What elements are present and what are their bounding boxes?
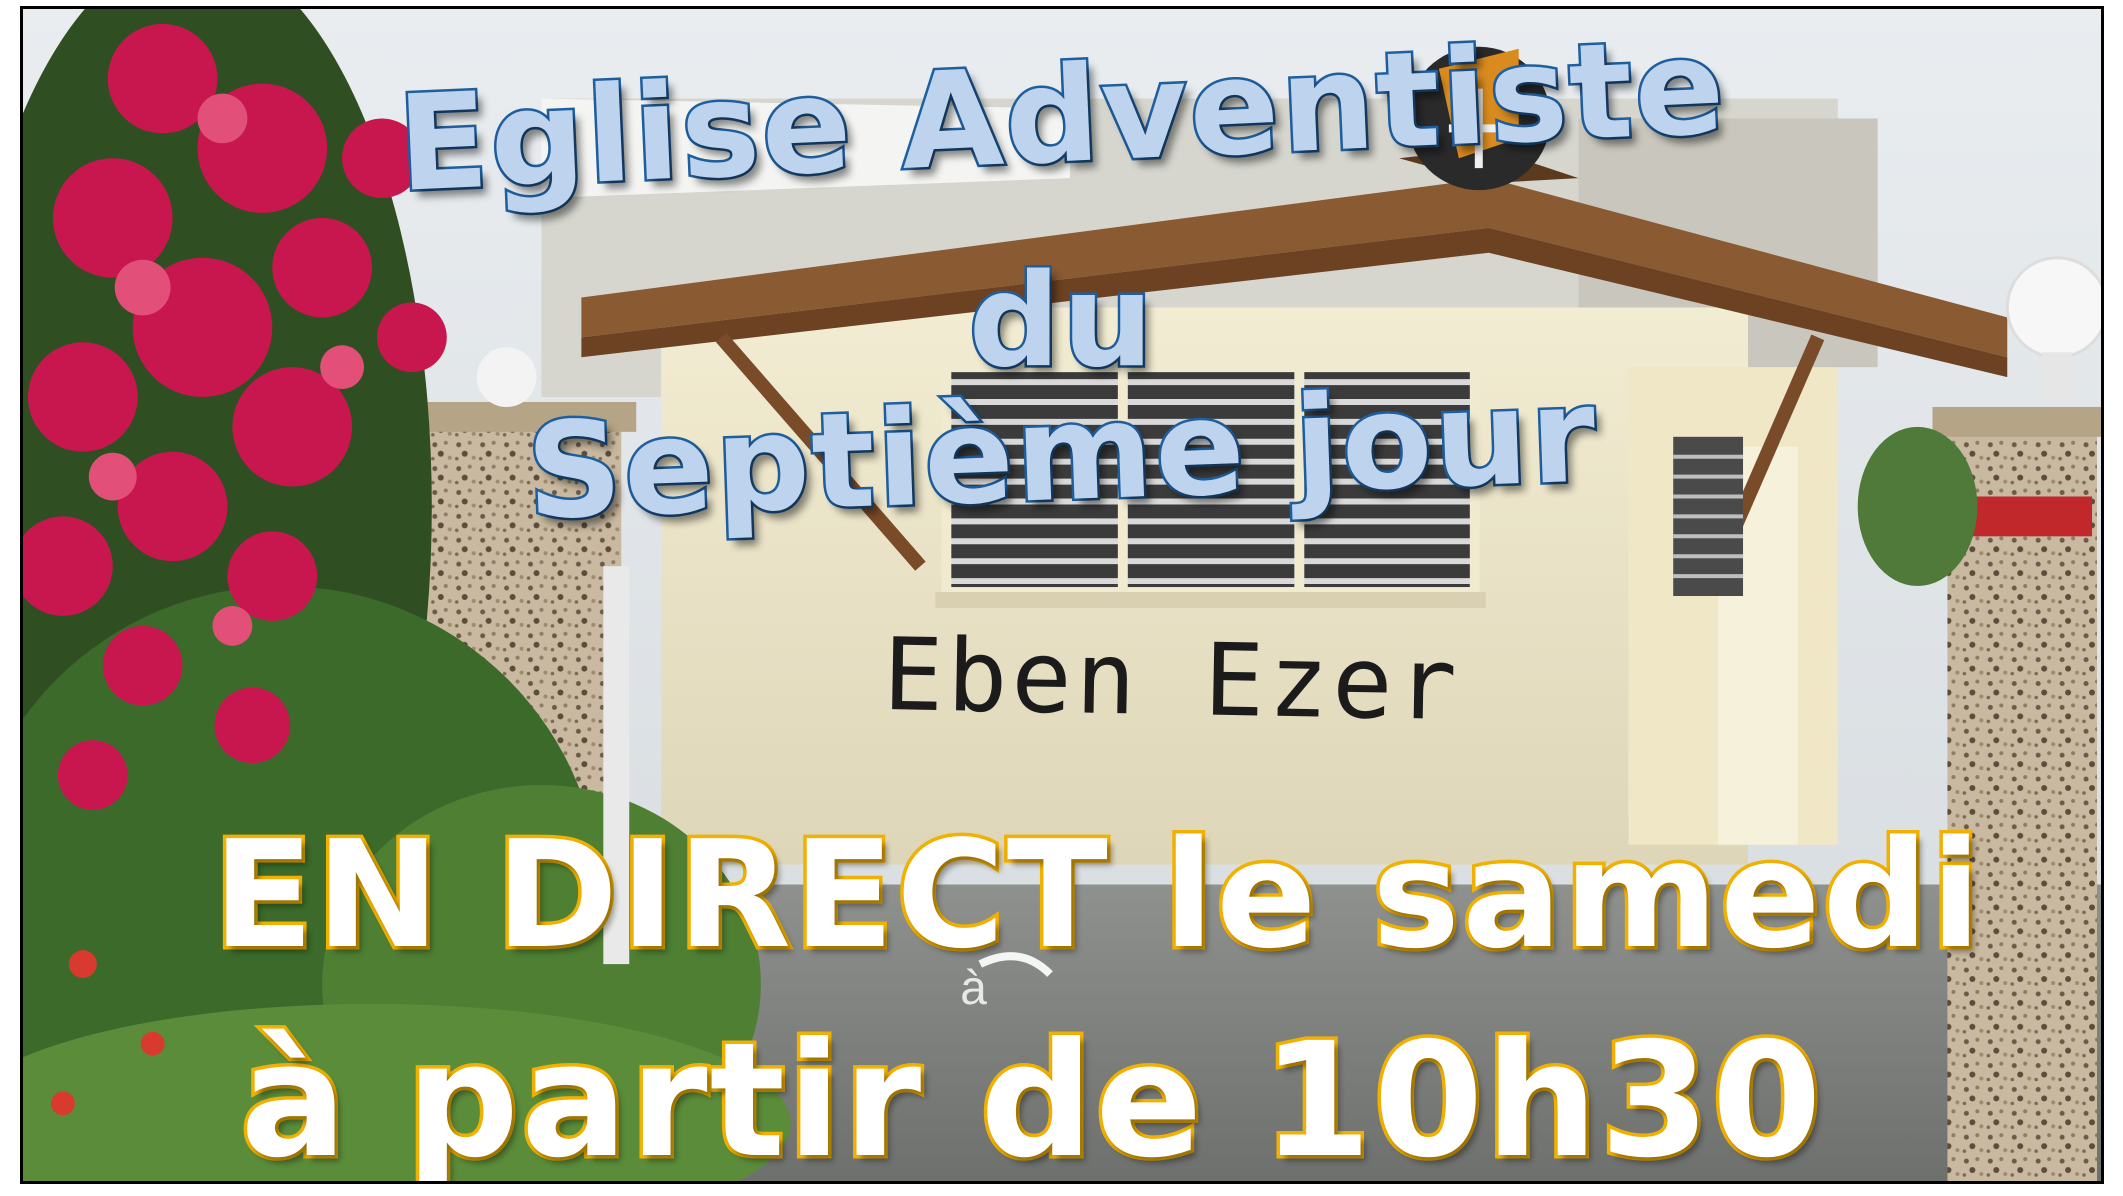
announcement-line-2: à partir de 10h30: [237, 1006, 1825, 1184]
building-sign: Eben Ezer: [882, 615, 1462, 744]
photo-frame: à Eglise Adventiste du Septième jour Ebe…: [20, 6, 2104, 1184]
announcement-line-1: EN DIRECT le samedi: [209, 806, 1984, 985]
poster: à Eglise Adventiste du Septième jour Ebe…: [0, 0, 2123, 1196]
